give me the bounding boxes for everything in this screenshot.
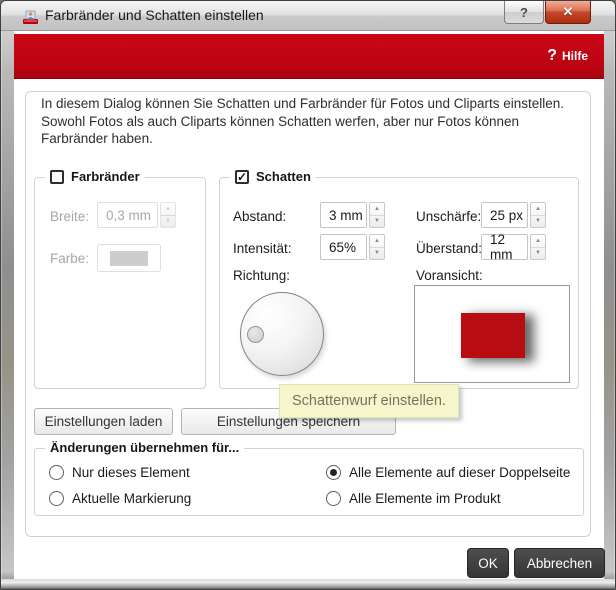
unschaerfe-input[interactable]: 25 px: [481, 202, 528, 228]
radio-label[interactable]: Alle Elemente im Produkt: [349, 491, 501, 506]
breite-input[interactable]: 0,3 mm: [97, 202, 158, 228]
shadow-preview-rect: [461, 313, 525, 358]
spin-up-icon: ▲: [374, 238, 380, 244]
unschaerfe-spin-down-button[interactable]: ▼: [531, 216, 545, 228]
radio-option-nur-dieses-element[interactable]: Nur dieses Element: [49, 465, 190, 480]
intro-text: In diesem Dialog können Sie Schatten und…: [41, 95, 581, 148]
breite-label: Breite:: [50, 209, 89, 224]
header-banner: ? Hilfe: [14, 34, 604, 79]
spin-up-icon: ▲: [374, 206, 380, 212]
radio-option-aktuelle-markierung[interactable]: Aktuelle Markierung: [49, 491, 191, 506]
help-link-label: Hilfe: [562, 49, 588, 63]
shadow-direction-dial[interactable]: [240, 292, 324, 376]
schatten-group-title[interactable]: Schatten: [256, 169, 311, 184]
radio-icon[interactable]: [49, 491, 64, 506]
abstand-spinner: 3 mm ▲ ▼: [320, 202, 385, 228]
ueberstand-spin-buttons: ▲ ▼: [530, 234, 546, 260]
unschaerfe-spin-buttons: ▲ ▼: [530, 202, 546, 228]
spin-up-icon: ▲: [535, 238, 541, 244]
intensitaet-spin-up-button[interactable]: ▲: [370, 235, 384, 248]
dial-knob[interactable]: [247, 326, 264, 343]
abstand-spin-up-button[interactable]: ▲: [370, 203, 384, 216]
farbraender-legend: ✓ Farbränder: [45, 169, 145, 184]
titlebar-help-button[interactable]: ?: [504, 1, 544, 24]
ueberstand-spin-down-button[interactable]: ▼: [531, 248, 545, 260]
abstand-spin-buttons: ▲ ▼: [369, 202, 385, 228]
breite-spin-buttons: ▲ ▼: [160, 202, 176, 228]
breite-spin-down-button[interactable]: ▼: [161, 216, 175, 228]
farbe-swatch-button[interactable]: [97, 244, 161, 272]
radio-label[interactable]: Aktuelle Markierung: [72, 491, 191, 506]
ueberstand-spin-up-button[interactable]: ▲: [531, 235, 545, 248]
schatten-group: ✓ Schatten Abstand: 3 mm ▲ ▼ Unschärfe: …: [219, 177, 579, 389]
check-icon: ✓: [237, 172, 247, 182]
abstand-spin-down-button[interactable]: ▼: [370, 216, 384, 228]
title-bar[interactable]: Farbränder und Schatten einstellen ? ✕: [1, 1, 615, 31]
farbraender-group-title[interactable]: Farbränder: [71, 169, 140, 184]
voransicht-label: Voransicht:: [416, 268, 483, 283]
breite-spin-up-button[interactable]: ▲: [161, 203, 175, 216]
dialog-client-area: ? Hilfe In diesem Dialog können Sie Scha…: [14, 31, 604, 581]
apply-group-title: Änderungen übernehmen für...: [50, 440, 239, 455]
abstand-input[interactable]: 3 mm: [320, 202, 367, 228]
unschaerfe-label: Unschärfe:: [416, 209, 481, 224]
intensitaet-spin-buttons: ▲ ▼: [369, 234, 385, 260]
farbe-label: Farbe:: [50, 251, 89, 266]
farbraender-checkbox[interactable]: ✓: [50, 170, 64, 184]
intensitaet-spinner: 65% ▲ ▼: [320, 234, 385, 260]
intensitaet-spin-down-button[interactable]: ▼: [370, 248, 384, 260]
apply-group: Änderungen übernehmen für... Nur dieses …: [34, 448, 584, 516]
ueberstand-label: Überstand:: [416, 241, 482, 256]
unschaerfe-spinner: 25 px ▲ ▼: [481, 202, 546, 228]
cancel-button[interactable]: Abbrechen: [514, 548, 605, 578]
shadow-preview: [414, 285, 570, 383]
schatten-checkbox[interactable]: ✓: [235, 170, 249, 184]
apply-legend: Änderungen übernehmen für...: [45, 440, 244, 455]
help-icon: ?: [547, 47, 557, 65]
ok-button[interactable]: OK: [467, 548, 509, 578]
radio-option-alle-elemente-produkt[interactable]: Alle Elemente im Produkt: [326, 491, 501, 506]
radio-label[interactable]: Nur dieses Element: [72, 465, 190, 480]
spin-down-icon: ▼: [535, 250, 541, 256]
intensitaet-label: Intensität:: [233, 241, 292, 256]
ueberstand-input[interactable]: 12 mm: [481, 234, 528, 260]
spin-down-icon: ▼: [535, 218, 541, 224]
spin-down-icon: ▼: [374, 218, 380, 224]
radio-icon[interactable]: [326, 491, 341, 506]
window-bottom-frame: [1, 579, 615, 589]
window-title: Farbränder und Schatten einstellen: [45, 7, 264, 23]
spin-up-icon: ▲: [165, 206, 171, 212]
titlebar-close-button[interactable]: ✕: [545, 1, 591, 24]
unschaerfe-spin-up-button[interactable]: ▲: [531, 203, 545, 216]
schatten-legend: ✓ Schatten: [230, 169, 316, 184]
richtung-label: Richtung:: [233, 268, 290, 283]
radio-label[interactable]: Alle Elemente auf dieser Doppelseite: [349, 465, 570, 480]
breite-spinner: 0,3 mm ▲ ▼: [97, 202, 176, 228]
spin-up-icon: ▲: [535, 206, 541, 212]
radio-option-alle-elemente-doppelseite[interactable]: Alle Elemente auf dieser Doppelseite: [326, 465, 570, 480]
load-settings-button[interactable]: Einstellungen laden: [34, 408, 173, 435]
farbe-swatch-color: [110, 251, 148, 266]
help-link[interactable]: ? Hilfe: [547, 47, 588, 65]
spin-down-icon: ▼: [374, 250, 380, 256]
radio-icon[interactable]: [49, 465, 64, 480]
abstand-label: Abstand:: [233, 209, 286, 224]
dialog-window: Farbränder und Schatten einstellen ? ✕ ?…: [0, 0, 616, 590]
app-icon: [22, 8, 39, 25]
ueberstand-spinner: 12 mm ▲ ▼: [481, 234, 546, 260]
dial-tooltip: Schattenwurf einstellen.: [279, 384, 459, 418]
radio-icon[interactable]: [326, 465, 341, 480]
farbraender-group: ✓ Farbränder Breite: 0,3 mm ▲ ▼ Farbe:: [34, 177, 206, 389]
spin-down-icon: ▼: [165, 218, 171, 224]
intensitaet-input[interactable]: 65%: [320, 234, 367, 260]
